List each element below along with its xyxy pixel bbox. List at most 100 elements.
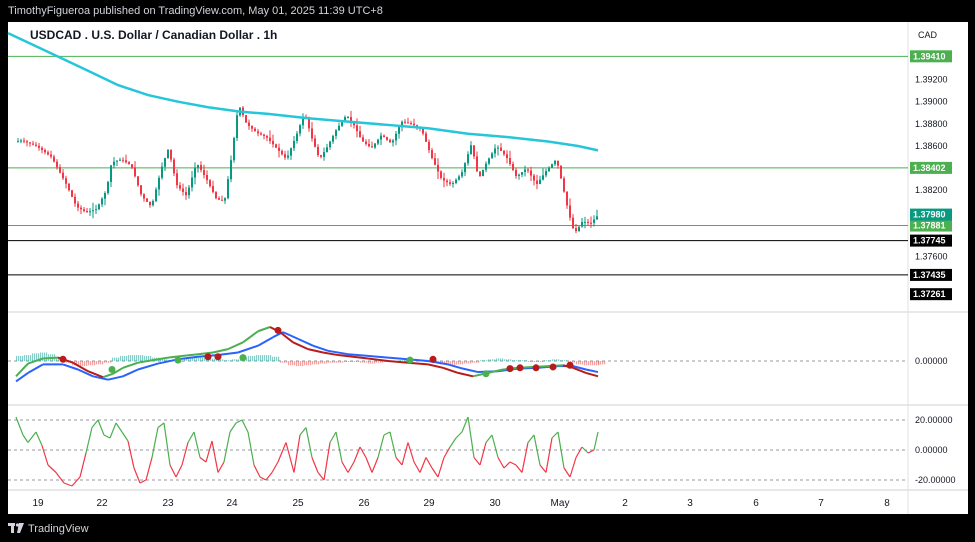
macd-histogram-bar xyxy=(26,355,28,361)
candle-body xyxy=(281,150,283,155)
candle-body xyxy=(449,182,451,184)
candle-body xyxy=(26,141,28,143)
candle-body xyxy=(482,169,484,177)
macd-histogram-bar xyxy=(320,361,322,364)
candle-body xyxy=(212,186,214,193)
candle-body xyxy=(404,121,406,123)
macd-histogram-bar xyxy=(34,353,36,361)
candle-body xyxy=(122,159,124,161)
macd-histogram-bar xyxy=(498,358,500,361)
candle-body xyxy=(497,147,499,149)
time-tick-label: 26 xyxy=(358,498,370,509)
macd-histogram-bar xyxy=(20,355,22,361)
macd-histogram-bar xyxy=(364,361,366,363)
macd-histogram-bar xyxy=(480,360,482,362)
price-tick-label: 1.38200 xyxy=(915,185,948,195)
macd-histogram-bar xyxy=(266,355,268,361)
candle-body xyxy=(377,139,379,144)
candle-body xyxy=(176,173,178,186)
candle-body xyxy=(329,141,331,148)
candle-body xyxy=(470,145,472,155)
macd-histogram-bar xyxy=(494,359,496,361)
time-tick-label: 24 xyxy=(226,498,238,509)
tradingview-logo[interactable]: TradingView xyxy=(8,523,89,535)
macd-histogram-bar xyxy=(484,360,486,362)
macd-histogram-bar xyxy=(44,352,46,361)
macd-histogram-bar xyxy=(556,359,558,361)
candle-body xyxy=(431,150,433,159)
macd-histogram-bar xyxy=(214,358,216,361)
candle-body xyxy=(551,164,553,168)
candle-body xyxy=(197,165,199,168)
macd-histogram-bar xyxy=(584,361,586,366)
candle-body xyxy=(68,183,70,191)
candle-body xyxy=(473,145,475,157)
macd-histogram-bar xyxy=(94,361,96,366)
macd-histogram-bar xyxy=(574,361,576,363)
macd-histogram-bar xyxy=(294,361,296,366)
macd-histogram-bar xyxy=(104,361,106,363)
macd-histogram-bar xyxy=(98,361,100,365)
candle-body xyxy=(167,149,169,159)
macd-histogram-bar xyxy=(324,361,326,364)
macd-histogram-bar xyxy=(222,359,224,361)
candle-body xyxy=(149,201,151,206)
candle-body xyxy=(491,153,493,159)
candle-body xyxy=(293,140,295,149)
macd-histogram-bar xyxy=(120,355,122,361)
macd-histogram-bar xyxy=(90,361,92,366)
candle-body xyxy=(542,175,544,180)
macd-histogram-bar xyxy=(252,355,254,361)
macd-histogram-bar xyxy=(482,360,484,362)
macd-histogram-bar xyxy=(134,355,136,361)
macd-histogram-bar xyxy=(558,359,560,361)
candle-body xyxy=(500,147,502,151)
candle-body xyxy=(554,160,556,165)
candle-body xyxy=(566,191,568,206)
macd-histogram-bar xyxy=(464,361,466,364)
macd-histogram-bar xyxy=(190,358,192,361)
candle-body xyxy=(518,174,520,176)
macd-histogram-bar xyxy=(224,360,226,362)
macd-histogram-bar xyxy=(230,360,232,362)
macd-histogram-bar xyxy=(220,359,222,361)
macd-histogram-bar xyxy=(546,360,548,362)
candle-body xyxy=(272,140,274,145)
macd-histogram-bar xyxy=(354,361,356,362)
candle-body xyxy=(488,158,490,164)
candle-body xyxy=(503,150,505,155)
candle-body xyxy=(407,122,409,124)
candle-body xyxy=(101,198,103,205)
macd-histogram-bar xyxy=(326,361,328,364)
macd-histogram-bar xyxy=(254,355,256,361)
macd-histogram-bar xyxy=(232,359,234,361)
candle-body xyxy=(596,216,598,220)
macd-histogram-bar xyxy=(258,355,260,361)
candle-body xyxy=(320,155,322,157)
osc-level-label: 0.00000 xyxy=(915,445,948,455)
macd-histogram-bar xyxy=(512,360,514,362)
macd-cross-up-dot xyxy=(406,356,414,364)
candle-body xyxy=(587,221,589,223)
macd-histogram-bar xyxy=(268,355,270,361)
macd-histogram-bar xyxy=(580,361,582,365)
candle-body xyxy=(359,131,361,138)
candle-body xyxy=(59,167,61,173)
time-tick-label: May xyxy=(551,498,570,509)
candle-body xyxy=(284,154,286,158)
macd-histogram-bar xyxy=(358,361,360,362)
candle-body xyxy=(389,139,391,143)
candle-body xyxy=(95,209,97,211)
candle-body xyxy=(434,158,436,165)
chart-svg[interactable]: USDCAD . U.S. Dollar / Canadian Dollar .… xyxy=(0,0,975,518)
macd-histogram-bar xyxy=(344,361,346,362)
macd-histogram-bar xyxy=(84,361,86,367)
macd-histogram-bar xyxy=(340,361,342,363)
macd-histogram-bar xyxy=(102,361,104,365)
candle-body xyxy=(203,170,205,176)
macd-histogram-bar xyxy=(292,361,294,366)
macd-histogram-bar xyxy=(18,355,20,361)
macd-histogram-bar xyxy=(262,355,264,361)
macd-histogram-bar xyxy=(200,357,202,361)
macd-histogram-bar xyxy=(164,359,166,361)
